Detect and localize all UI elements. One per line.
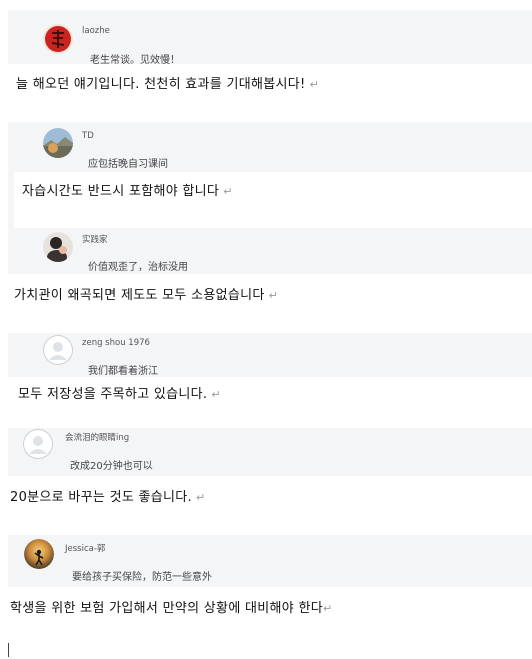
paragraph-mark-icon: ↵	[268, 289, 279, 302]
default-user-avatar-icon	[43, 335, 73, 365]
default-user-avatar-icon	[23, 429, 53, 459]
paragraph-mark-icon: ↵	[223, 185, 233, 198]
translation-label: 자습시간도 반드시 포함해야 합니다	[22, 184, 220, 199]
comment-username: 会流泪的眼睛ing	[65, 433, 130, 443]
translation-label: 가치관이 왜곡되면 제도도 모두 소용없습니다	[14, 288, 265, 303]
translation-label: 20분으로 바꾸는 것도 좋습니다.	[10, 490, 192, 505]
landscape-photo-avatar-icon	[43, 128, 73, 158]
paragraph-mark-icon: ↵	[309, 78, 320, 91]
paragraph-mark-icon: ↵	[323, 602, 333, 615]
translation-label: 학생을 위한 보험 가입해서 만약의 상황에 대비해야 한다	[10, 601, 324, 616]
comment-text: 我们都看着浙江	[88, 366, 158, 377]
translation-text: 모두 저장성을 주목하고 있습니다. ↵	[18, 383, 221, 402]
translation-band	[8, 172, 14, 228]
paragraph-mark-icon: ↵	[196, 491, 206, 504]
comment-card: laozhe 老生常谈。见效慢！	[8, 10, 532, 66]
sunset-silhouette-avatar-icon	[24, 539, 54, 569]
translation-text: 늘 해오던 얘기입니다. 천천히 효과를 기대해봅시다! ↵	[16, 73, 319, 92]
translation-label: 모두 저장성을 주목하고 있습니다.	[18, 387, 208, 402]
comment-username: 实践家	[82, 235, 108, 245]
comment-text: 改成20分钟也可以	[70, 461, 153, 472]
translation-label: 늘 해오던 얘기입니다. 천천히 효과를 기대해봅시다!	[16, 77, 306, 92]
person-photo-avatar-icon	[43, 232, 73, 262]
comment-card: 实践家 价值观歪了，治标没用	[8, 228, 532, 274]
comment-card: zeng shou 1976 我们都看着浙江	[8, 333, 532, 377]
comment-username: Jessica-郭	[65, 544, 106, 554]
comment-username: TD	[82, 131, 94, 141]
comment-text: 老生常谈。见效慢！	[90, 55, 180, 66]
comment-text: 应包括晚自习课间	[88, 159, 168, 170]
paragraph-mark-icon: ↵	[211, 388, 221, 401]
translation-text: 20분으로 바꾸는 것도 좋습니다. ↵	[10, 486, 206, 505]
comment-card: Jessica-郭 要给孩子买保险，防范一些意外	[8, 535, 532, 587]
translation-text: 가치관이 왜곡되면 제도도 모두 소용없습니다 ↵	[14, 284, 278, 303]
comment-text: 价值观歪了，治标没用	[88, 262, 188, 273]
comment-card: 会流泪的眼睛ing 改成20分钟也可以	[8, 428, 532, 476]
comment-text: 要给孩子买保险，防范一些意外	[72, 572, 212, 583]
comment-username: zeng shou 1976	[82, 338, 150, 348]
translation-text: 자습시간도 반드시 포함해야 합니다 ↵	[22, 180, 233, 199]
comment-username: laozhe	[82, 26, 110, 36]
text-cursor[interactable]	[8, 643, 9, 657]
red-calligraphy-avatar-icon	[43, 24, 73, 54]
translation-text: 학생을 위한 보험 가입해서 만약의 상황에 대비해야 한다↵	[10, 597, 333, 616]
comment-card: TD 应包括晚自习课间	[8, 122, 532, 172]
